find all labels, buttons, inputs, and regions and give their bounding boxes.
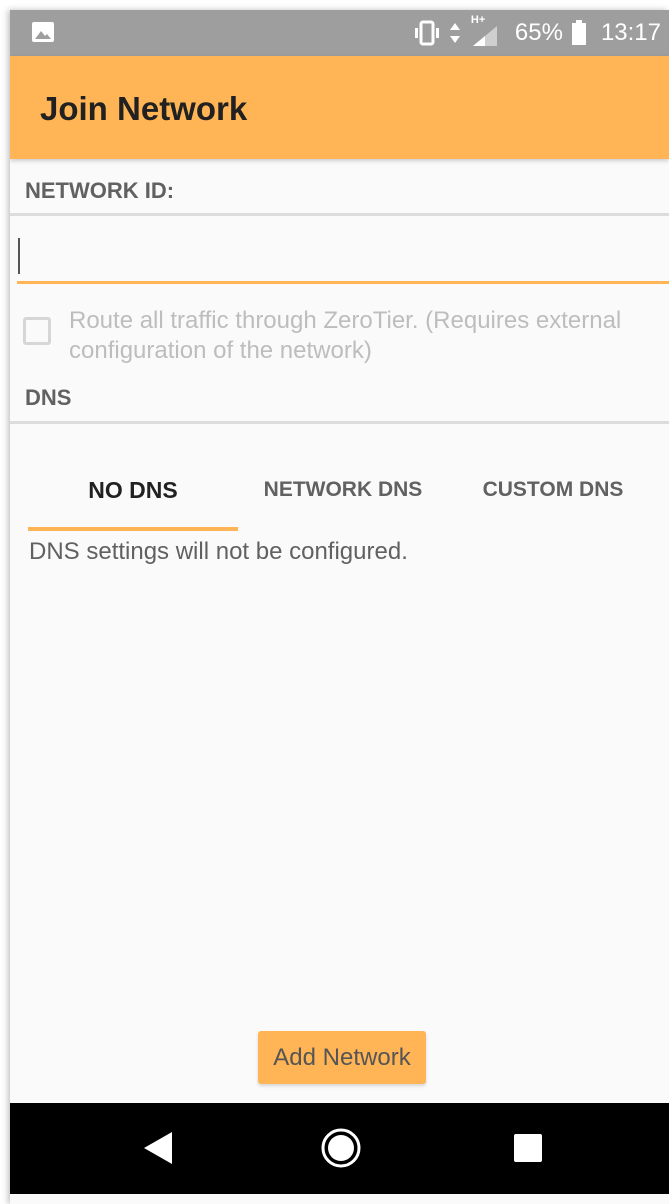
divider xyxy=(10,213,669,216)
tab-indicator xyxy=(28,527,238,531)
dns-tabs: NO DNS NETWORK DNS CUSTOM DNS xyxy=(10,465,669,535)
home-icon[interactable] xyxy=(318,1125,364,1171)
dns-header: DNS xyxy=(25,385,72,410)
back-icon[interactable] xyxy=(134,1125,180,1171)
add-network-button[interactable]: Add Network xyxy=(258,1031,426,1084)
clock: 13:17 xyxy=(600,19,661,46)
vibrate-icon xyxy=(413,20,441,46)
app-bar: Join Network xyxy=(10,56,669,159)
navigation-bar xyxy=(10,1103,669,1194)
image-icon xyxy=(32,22,54,42)
data-arrows-icon xyxy=(449,20,461,46)
route-all-traffic-label: Route all traffic through ZeroTier. (Req… xyxy=(69,307,622,364)
recents-icon[interactable] xyxy=(505,1125,551,1171)
route-all-traffic-checkbox[interactable] xyxy=(23,317,51,345)
network-id-header: NETWORK ID: xyxy=(25,178,175,203)
signal-icon: H+ xyxy=(469,14,499,48)
screen: H+ 65% 13:17 Join Network NETWORK ID: Ro… xyxy=(10,10,669,1204)
network-id-field-wrapper xyxy=(17,232,669,288)
status-bar: H+ 65% 13:17 xyxy=(10,10,669,56)
tab-custom-dns[interactable]: CUSTOM DNS xyxy=(448,465,658,535)
text-caret xyxy=(18,238,20,274)
battery-icon xyxy=(571,20,587,46)
tab-network-dns[interactable]: NETWORK DNS xyxy=(238,465,448,535)
dns-description: DNS settings will not be configured. xyxy=(29,538,408,565)
network-type-label: H+ xyxy=(470,14,486,26)
divider xyxy=(10,421,669,424)
status-icons: H+ 65% 13:17 xyxy=(413,10,661,56)
network-id-input[interactable] xyxy=(17,232,669,284)
tab-no-dns[interactable]: NO DNS xyxy=(28,465,238,535)
page-title: Join Network xyxy=(40,90,248,127)
battery-percent: 65% xyxy=(514,19,563,46)
